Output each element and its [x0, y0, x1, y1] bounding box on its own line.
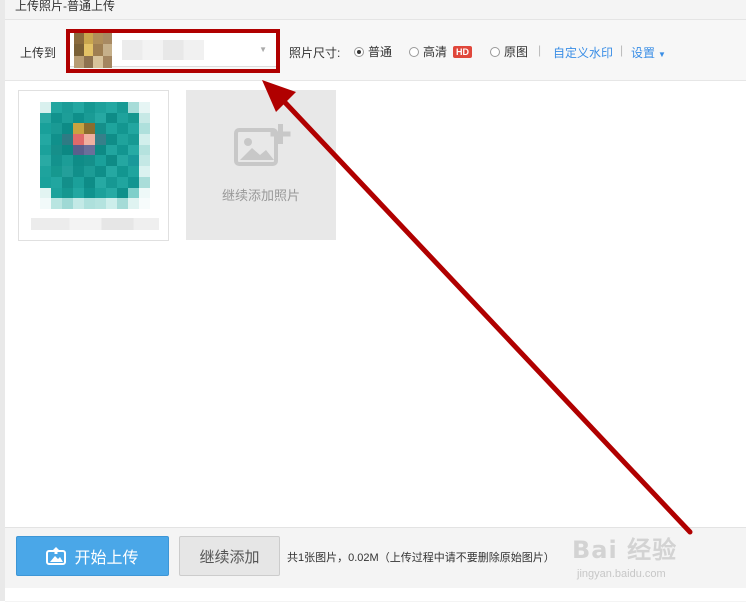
photo-grid: 继续添加照片: [5, 81, 746, 527]
start-upload-button[interactable]: 开始上传: [16, 536, 169, 576]
chevron-down-icon: ▼: [658, 50, 666, 59]
toolbar: 上传到 ▼ 照片尺寸: 普通 高清 HD 原图 | 自定义水印 | 设置 ▼: [5, 20, 746, 81]
photo-size-label: 照片尺寸:: [289, 46, 341, 60]
album-select[interactable]: ▼: [69, 31, 277, 68]
upload-summary: 共1张图片，0.02M（上传过程中请不要删除原始图片）: [287, 552, 555, 564]
size-option-label: 原图: [504, 45, 529, 59]
continue-add-label: 继续添加: [199, 548, 260, 566]
radio-button[interactable]: [409, 46, 419, 57]
divider: |: [538, 43, 542, 57]
radio-button[interactable]: [354, 46, 364, 57]
upload-image-icon: [46, 547, 67, 565]
bottom-strip: [5, 588, 746, 601]
start-upload-label: 开始上传: [74, 550, 139, 567]
radio-button[interactable]: [490, 46, 500, 57]
size-option-hd[interactable]: 高清 HD: [409, 43, 473, 60]
album-avatar: [74, 32, 112, 68]
continue-add-button[interactable]: 继续添加: [179, 536, 280, 576]
add-image-icon: [234, 124, 291, 166]
photo-filename-blurred: [31, 218, 159, 230]
upload-to-label: 上传到: [20, 46, 57, 60]
chevron-down-icon: ▼: [259, 45, 267, 54]
settings-label: 设置: [631, 46, 656, 60]
size-option-label: 普通: [368, 45, 393, 59]
size-option-original[interactable]: 原图: [490, 43, 528, 60]
upload-dialog: 上传照片-普通上传 上传到 ▼ 照片尺寸: 普通 高清 HD 原图 | 自定义水…: [0, 0, 746, 602]
dialog-title: 上传照片-普通上传: [15, 0, 115, 13]
size-option-normal[interactable]: 普通: [354, 43, 392, 60]
add-more-photos-tile[interactable]: 继续添加照片: [186, 90, 336, 240]
photo-thumbnail-card[interactable]: [18, 90, 169, 241]
add-more-photos-label: 继续添加照片: [221, 188, 300, 203]
size-option-label: 高清: [423, 45, 448, 59]
custom-watermark-link[interactable]: 自定义水印: [553, 44, 613, 61]
hd-badge: HD: [453, 45, 473, 58]
album-name-blurred: [122, 40, 204, 60]
photo-thumbnail: [40, 102, 150, 209]
divider: |: [620, 43, 624, 57]
title-bar: 上传照片-普通上传: [5, 0, 746, 20]
settings-link[interactable]: 设置 ▼: [631, 44, 666, 61]
